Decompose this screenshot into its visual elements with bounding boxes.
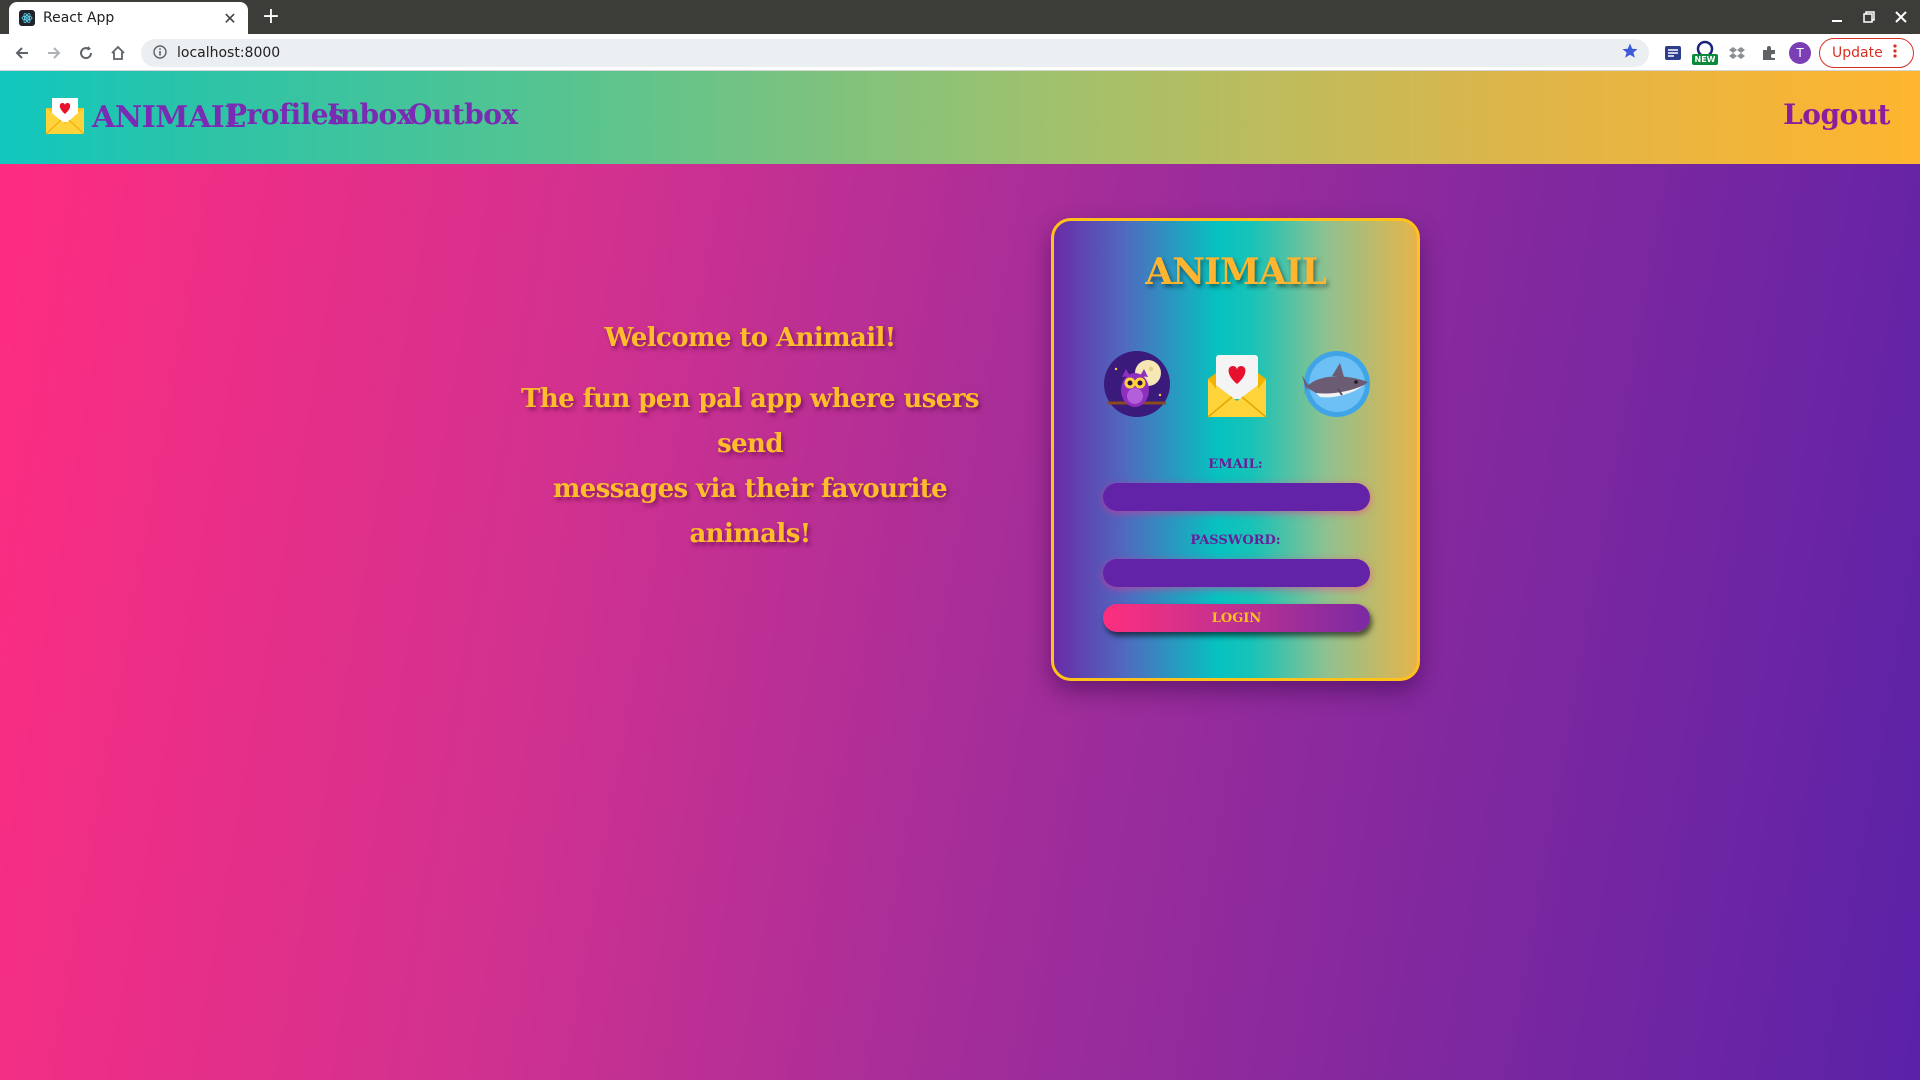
login-button[interactable]: LOGIN (1103, 604, 1370, 632)
login-card: ANIMAIL EMAIL: PASSWORD: LOGIN (1051, 218, 1420, 681)
reload-icon[interactable] (72, 39, 100, 67)
owl-icon (1102, 349, 1172, 419)
login-card-title: ANIMAIL (1145, 251, 1327, 293)
welcome-subtitle-line2: messages via their favourite animals! (552, 474, 948, 549)
nav-link-inbox[interactable]: Inbox (327, 98, 413, 131)
home-icon[interactable] (104, 39, 132, 67)
shark-icon (1302, 349, 1372, 419)
profile-avatar[interactable]: T (1789, 42, 1811, 64)
extension-reader-icon[interactable] (1660, 40, 1686, 66)
browser-tabstrip: React App ✕ + (0, 0, 1920, 34)
password-field[interactable] (1103, 559, 1370, 587)
react-icon (19, 10, 35, 26)
back-arrow-icon[interactable] (8, 39, 36, 67)
more-vertical-icon (1893, 44, 1897, 62)
brand-name: ANIMAIL (92, 99, 245, 135)
window-controls (1826, 4, 1912, 30)
nav-link-outbox[interactable]: Outbox (408, 98, 518, 131)
password-label: PASSWORD: (1190, 533, 1281, 548)
browser-toolbar: localhost:8000 NEW T Update (0, 34, 1920, 71)
update-label: Update (1832, 45, 1883, 61)
minimize-icon[interactable] (1826, 4, 1848, 30)
tab-title: React App (43, 10, 115, 26)
forward-arrow-icon[interactable] (40, 39, 68, 67)
extension-new-badge-icon[interactable]: NEW (1690, 40, 1720, 66)
extensions-puzzle-icon[interactable] (1756, 40, 1782, 66)
app-page: ANIMAIL Profiles Inbox Outbox Logout Wel… (0, 71, 1920, 1080)
love-letter-icon (1202, 349, 1272, 419)
new-tab-button[interactable]: + (259, 4, 283, 30)
address-bar[interactable]: localhost:8000 (141, 39, 1649, 67)
bookmark-star-icon[interactable] (1621, 42, 1639, 64)
welcome-section: Welcome to Animail! The fun pen pal app … (520, 323, 980, 557)
update-button[interactable]: Update (1819, 38, 1914, 68)
brand-link[interactable]: ANIMAIL (44, 94, 245, 140)
welcome-subtitle-line1: The fun pen pal app where users send (521, 384, 979, 459)
restore-icon[interactable] (1858, 4, 1880, 30)
url-text: localhost:8000 (177, 45, 281, 61)
close-tab-icon[interactable]: ✕ (222, 9, 238, 28)
info-icon[interactable] (153, 44, 167, 63)
logout-link[interactable]: Logout (1783, 98, 1890, 131)
nav-link-profiles[interactable]: Profiles (226, 98, 344, 131)
envelope-heart-icon (44, 94, 86, 140)
close-window-icon[interactable] (1890, 4, 1912, 30)
email-field[interactable] (1103, 483, 1370, 511)
extension-dropbox-icon[interactable] (1724, 40, 1750, 66)
welcome-title: Welcome to Animail! (604, 323, 896, 353)
email-label: EMAIL: (1208, 457, 1263, 472)
ext-new-badge: NEW (1694, 55, 1716, 64)
browser-tab[interactable]: React App ✕ (9, 2, 248, 34)
app-navbar: ANIMAIL Profiles Inbox Outbox Logout (0, 71, 1920, 164)
